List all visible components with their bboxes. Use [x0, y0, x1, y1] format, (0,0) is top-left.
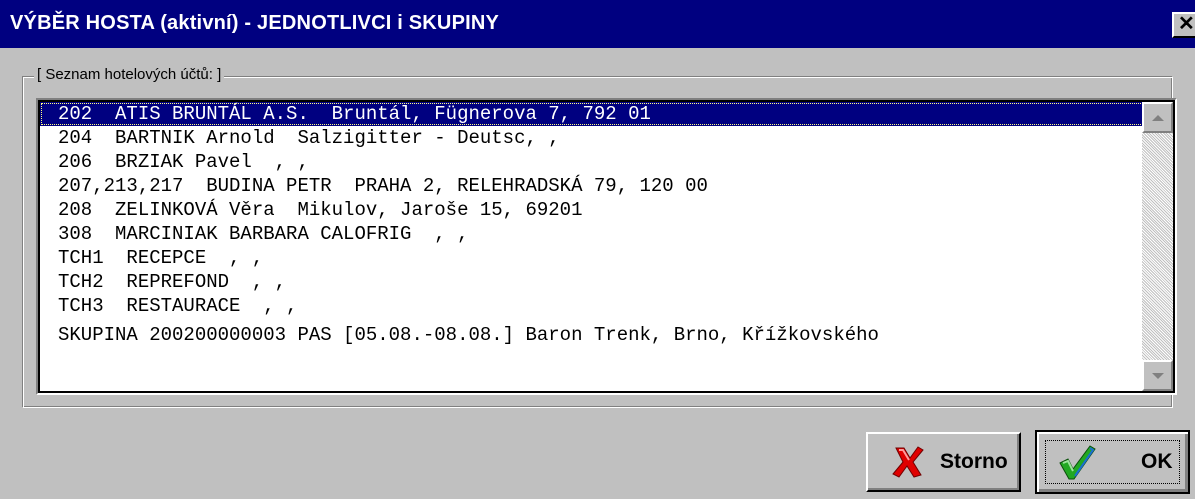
groupbox-label: [ Seznam hotelových účtů: ]	[34, 66, 225, 83]
focus-rectangle	[1045, 440, 1180, 484]
list-items[interactable]: 202 ATIS BRUNTÁL A.S. Bruntál, Fügnerova…	[40, 102, 1144, 347]
list-item[interactable]: TCH3 RESTAURACE , ,	[40, 294, 1144, 318]
hotel-accounts-listbox[interactable]: 202 ATIS BRUNTÁL A.S. Bruntál, Fügnerova…	[36, 98, 1177, 395]
list-item[interactable]: 206 BRZIAK Pavel , ,	[40, 150, 1144, 174]
list-item[interactable]: TCH1 RECEPCE , ,	[40, 246, 1144, 270]
scroll-up-button[interactable]	[1142, 102, 1173, 133]
storno-button[interactable]: Storno	[866, 432, 1021, 492]
close-icon: ✕	[1178, 13, 1195, 35]
list-item[interactable]: 204 BARTNIK Arnold Salzigitter - Deutsc,…	[40, 126, 1144, 150]
list-item[interactable]: 308 MARCINIAK BARBARA CALOFRIG , ,	[40, 222, 1144, 246]
scroll-down-button[interactable]	[1142, 360, 1173, 391]
vertical-scrollbar[interactable]	[1142, 102, 1173, 391]
list-item[interactable]: 208 ZELINKOVÁ Věra Mikulov, Jaroše 15, 6…	[40, 198, 1144, 222]
list-item[interactable]: SKUPINA 200200000003 PAS [05.08.-08.08.]…	[40, 323, 1144, 347]
arrow-down-icon	[1151, 372, 1164, 379]
list-item[interactable]: 207,213,217 BUDINA PETR PRAHA 2, RELEHRA…	[40, 174, 1144, 198]
red-x-icon	[892, 446, 924, 478]
title-bar: VÝBĚR HOSTA (aktivní) - JEDNOTLIVCI i SK…	[0, 0, 1195, 48]
ok-button[interactable]: OK	[1035, 430, 1190, 494]
window-title: VÝBĚR HOSTA (aktivní) - JEDNOTLIVCI i SK…	[10, 12, 500, 34]
list-item-selected[interactable]: 202 ATIS BRUNTÁL A.S. Bruntál, Fügnerova…	[40, 102, 1144, 126]
storno-label: Storno	[940, 450, 1008, 473]
list-item[interactable]: TCH2 REPREFOND , ,	[40, 270, 1144, 294]
arrow-up-icon	[1151, 114, 1164, 121]
close-button[interactable]: ✕	[1172, 12, 1195, 38]
